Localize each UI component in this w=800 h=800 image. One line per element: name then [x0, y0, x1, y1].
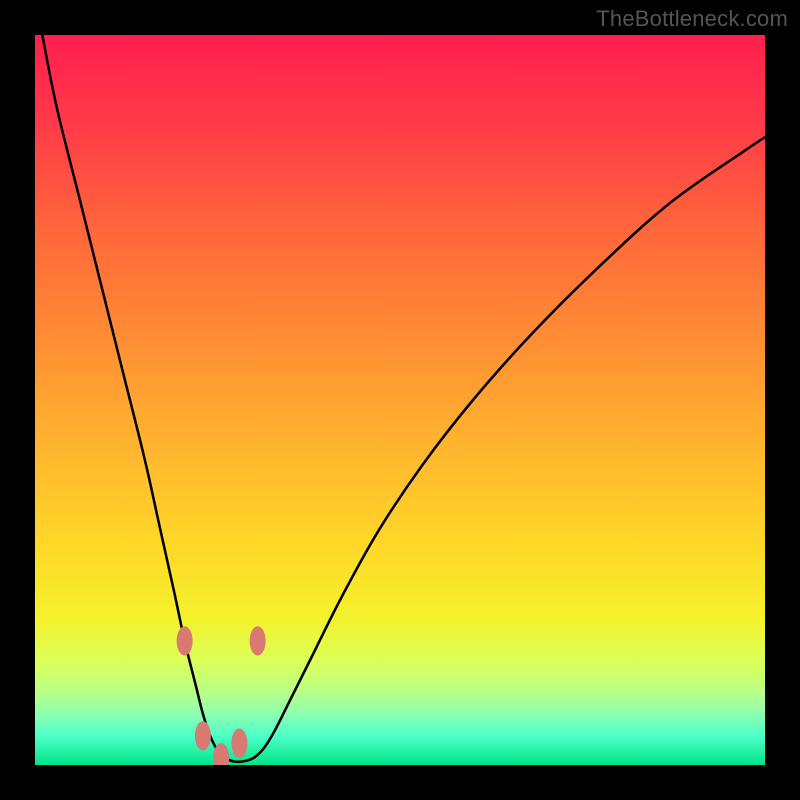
valley-bead [177, 626, 193, 655]
valley-bead [195, 721, 211, 750]
chart-plot-area [35, 35, 765, 765]
chart-svg [35, 35, 765, 765]
watermark-text: TheBottleneck.com [596, 6, 788, 32]
valley-bead [250, 626, 266, 655]
bottleneck-curve [42, 35, 765, 762]
valley-bead [231, 729, 247, 758]
valley-beads-group [177, 626, 266, 765]
